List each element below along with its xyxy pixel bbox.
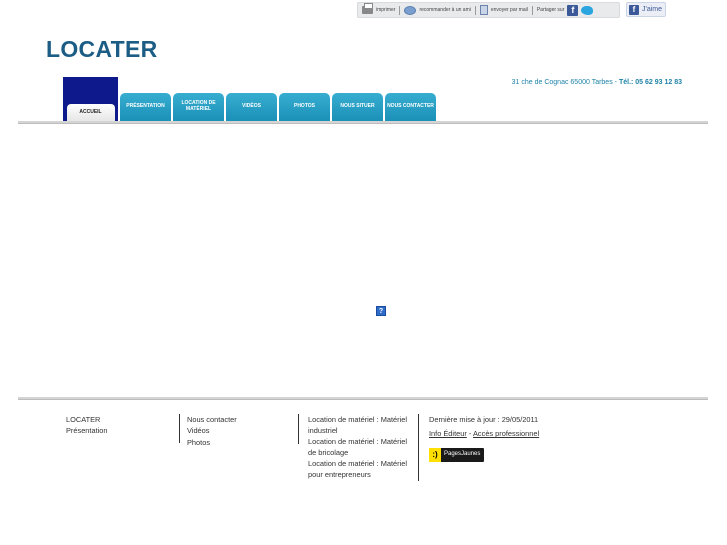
tab-nous-contacter[interactable]: NOUS CONTACTER	[385, 93, 436, 121]
footer-column-4: Dernière mise à jour : 29/05/2011 Info É…	[418, 414, 598, 481]
last-update: Dernière mise à jour : 29/05/2011	[429, 415, 539, 424]
footer-link-locater[interactable]: LOCATER	[66, 414, 166, 425]
tab-location-materiel[interactable]: LOCATION DE MATÉRIEL	[173, 93, 224, 121]
footer-link-materiel-entrepreneurs[interactable]: Location de matériel : Matériel pour ent…	[308, 458, 408, 480]
acces-pro-link[interactable]: Accès professionnel	[473, 429, 539, 438]
nav-divider	[18, 121, 708, 124]
recommend-icon	[404, 5, 417, 15]
phone-number: Tél.: 05 62 93 12 83	[618, 79, 682, 86]
twitter-share-icon[interactable]	[581, 5, 594, 15]
recommend-label: recommander à un ami	[419, 7, 471, 13]
info-editeur-link[interactable]: Info Éditeur	[429, 429, 467, 438]
tab-label: ACCUEIL	[66, 104, 115, 121]
site-logo[interactable]: LOCATER	[46, 36, 158, 63]
facebook-like-button[interactable]: f J'aime	[626, 2, 666, 17]
tab-presentation[interactable]: PRÉSENTATION	[120, 93, 171, 121]
page: imprimer recommander à un ami envoyer pa…	[0, 0, 727, 545]
tab-photos[interactable]: PHOTOS	[279, 93, 330, 121]
tab-accueil[interactable]: ACCUEIL	[63, 77, 118, 121]
like-label: J'aime	[642, 6, 663, 13]
footer-link-presentation[interactable]: Présentation	[66, 425, 166, 436]
main-nav: ACCUEIL PRÉSENTATION LOCATION DE MATÉRIE…	[63, 77, 438, 121]
footer-divider	[18, 397, 708, 400]
footer-link-photos[interactable]: Photos	[187, 437, 289, 448]
contact-separator: -	[614, 79, 617, 86]
recommend-link[interactable]: recommander à un ami	[400, 5, 474, 15]
pagesjaunes-badge[interactable]: :) PagesJaunes	[429, 447, 485, 462]
footer-column-1: LOCATER Présentation	[66, 414, 166, 437]
print-link[interactable]: imprimer	[358, 3, 399, 14]
pagesjaunes-smile-icon: :)	[429, 447, 441, 462]
share-label: Partager sur	[536, 7, 565, 13]
pagesjaunes-label: PagesJaunes	[444, 450, 481, 457]
header-contact: 31 che de Cognac 65000 Tarbes - Tél.: 05…	[512, 79, 682, 86]
tab-videos[interactable]: VIDÉOS	[226, 93, 277, 121]
address: 31 che de Cognac 65000 Tarbes	[511, 79, 613, 86]
printer-icon	[362, 3, 373, 14]
footer-link-contact[interactable]: Nous contacter	[187, 414, 289, 425]
mail-icon	[479, 5, 488, 15]
footer-link-materiel-bricolage[interactable]: Location de matériel : Matériel de brico…	[308, 436, 408, 458]
print-label: imprimer	[376, 7, 396, 13]
footer-pro-links: Info Éditeur - Accès professionnel	[429, 428, 598, 439]
send-mail-label: envoyer par mail	[490, 7, 528, 13]
link-separator: -	[468, 429, 472, 439]
share-toolbar: imprimer recommander à un ami envoyer pa…	[357, 2, 620, 18]
send-mail-link[interactable]: envoyer par mail	[476, 5, 532, 15]
footer-column-3: Location de matériel : Matériel industri…	[298, 414, 408, 479]
footer-column-2: Nous contacter Vidéos Photos	[179, 414, 289, 447]
tab-nous-situer[interactable]: NOUS SITUER	[332, 93, 383, 121]
missing-plugin-icon[interactable]: ?	[376, 306, 386, 316]
footer-link-materiel-industriel[interactable]: Location de matériel : Matériel industri…	[308, 414, 408, 436]
footer-link-videos[interactable]: Vidéos	[187, 425, 289, 436]
facebook-share-icon[interactable]: f	[567, 4, 579, 16]
share-group: Partager sur f	[533, 4, 598, 16]
facebook-icon: f	[629, 4, 639, 15]
